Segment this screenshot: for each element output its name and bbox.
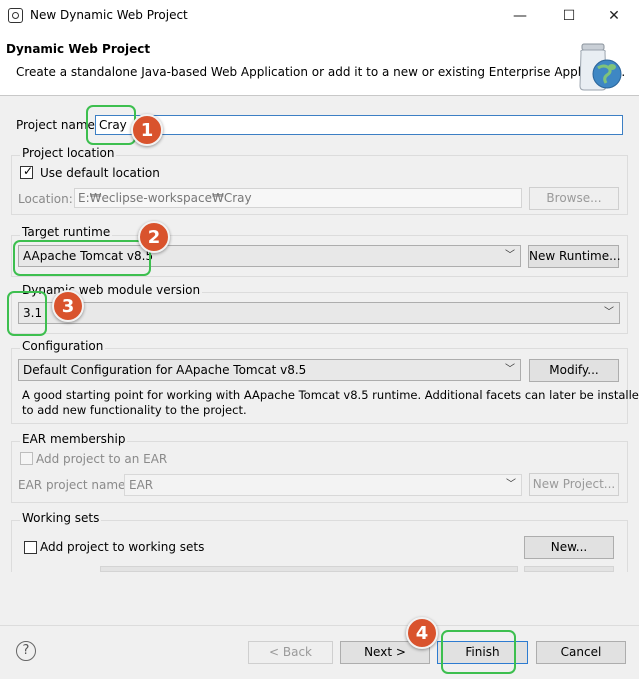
browse-button[interactable]: Browse... — [529, 187, 619, 210]
chevron-down-icon: ﹀ — [506, 479, 516, 490]
configuration-select[interactable]: Default Configuration for AApache Tomcat… — [18, 359, 521, 381]
project-name-input[interactable]: Cray — [95, 115, 623, 135]
select-working-sets-button-partial[interactable] — [524, 566, 614, 572]
highlight-target-runtime — [13, 240, 151, 276]
project-location-group-label: Project location — [20, 146, 117, 160]
chevron-down-icon: ﹀ — [505, 250, 515, 261]
back-button[interactable]: < Back — [248, 641, 333, 664]
working-sets-group-label: Working sets — [20, 511, 102, 525]
add-to-ear-checkbox[interactable] — [20, 452, 33, 465]
ear-project-name-value: EAR — [129, 478, 154, 492]
step-badge-4: 4 — [406, 617, 438, 649]
chevron-down-icon: ﹀ — [505, 364, 515, 375]
footer-separator — [0, 625, 639, 626]
configuration-description-line2: to add new functionality to the project. — [22, 403, 247, 417]
highlight-project-name — [86, 105, 136, 145]
target-runtime-group-label: Target runtime — [20, 225, 113, 239]
minimize-icon[interactable]: — — [508, 4, 532, 28]
add-to-ear-label: Add project to an EAR — [36, 452, 168, 466]
module-version-select[interactable]: 3.1 ﹀ — [18, 302, 620, 324]
checkmark-icon: ✓ — [23, 164, 34, 178]
step-badge-2: 2 — [138, 221, 170, 253]
highlight-module-version — [7, 291, 47, 336]
add-to-working-sets-label: Add project to working sets — [40, 540, 205, 554]
step-badge-3: 3 — [52, 290, 84, 322]
new-runtime-button[interactable]: New Runtime... — [528, 245, 621, 268]
title-bar: New Dynamic Web Project — ☐ ✕ — [0, 0, 639, 32]
wizard-header: Dynamic Web Project Create a standalone … — [0, 32, 639, 96]
web-project-wizard-icon — [579, 43, 622, 91]
eclipse-app-icon — [8, 8, 23, 23]
add-to-working-sets-checkbox[interactable] — [24, 541, 37, 554]
page-description: Create a standalone Java-based Web Appli… — [16, 65, 626, 79]
new-ear-project-button[interactable]: New Project... — [529, 473, 619, 496]
chevron-down-icon: ﹀ — [604, 307, 614, 318]
step-badge-1: 1 — [131, 114, 163, 146]
use-default-location-checkbox[interactable]: ✓ — [20, 164, 34, 179]
cancel-button[interactable]: Cancel — [536, 641, 626, 664]
configuration-description-line1: A good starting point for working with A… — [22, 388, 639, 402]
use-default-location-label: Use default location — [40, 166, 160, 180]
configuration-value: Default Configuration for AApache Tomcat… — [23, 363, 307, 377]
window-title: New Dynamic Web Project — [30, 8, 188, 22]
ear-membership-group-label: EAR membership — [20, 432, 128, 446]
close-icon[interactable]: ✕ — [602, 4, 626, 28]
location-label: Location: — [18, 192, 73, 206]
ear-project-name-label: EAR project name: — [18, 478, 130, 492]
highlight-finish-button — [441, 630, 516, 674]
module-version-group-label: Dynamic web module version — [20, 283, 203, 297]
new-working-set-button[interactable]: New... — [524, 536, 614, 559]
ear-project-name-select[interactable]: EAR ﹀ — [124, 474, 522, 496]
configuration-group-label: Configuration — [20, 339, 106, 353]
page-title: Dynamic Web Project — [6, 42, 151, 56]
modify-button[interactable]: Modify... — [529, 359, 619, 382]
maximize-icon[interactable]: ☐ — [557, 4, 581, 28]
location-input[interactable]: E:₩eclipse-workspace₩Cray — [74, 188, 522, 208]
help-icon[interactable]: ? — [16, 641, 36, 661]
working-sets-combo-partial[interactable] — [100, 566, 518, 572]
